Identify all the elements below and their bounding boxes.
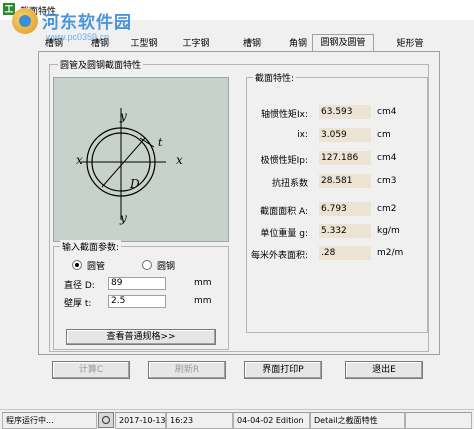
radio-pipe[interactable]: 圆管 <box>72 259 105 272</box>
pipe-diagram: y y x x t D <box>76 108 183 225</box>
prop-value: 127.186 <box>319 151 371 165</box>
refresh-button[interactable]: 刷新R <box>148 361 226 379</box>
view-spec-button[interactable]: 查看普通规格>> <box>66 329 216 345</box>
prop-unit: cm4 <box>377 107 397 117</box>
prop-unit: cm2 <box>377 204 397 214</box>
prop-row: 每米外表面积: .28 m2/m <box>247 246 427 261</box>
prop-unit: kg/m <box>377 226 400 236</box>
status-text: 程序运行中... <box>2 412 97 429</box>
diameter-unit: mm <box>194 278 212 288</box>
input-params-title: 输入截面参数: <box>60 240 122 253</box>
prop-unit: cm <box>377 130 391 140</box>
prop-label: 抗扭系数 <box>271 179 308 189</box>
properties-group: 截面特性: 轴惯性矩Ix: 63.593 cm4 ix: 3.059 cm 极惯… <box>246 71 428 333</box>
prop-value: 6.793 <box>319 202 371 216</box>
radio-pipe-label: 圆管 <box>87 262 106 272</box>
prop-label: 截面面积 A: <box>260 207 308 217</box>
prop-row: 轴惯性矩Ix: 63.593 cm4 <box>247 105 427 120</box>
prop-value: 63.593 <box>319 105 371 119</box>
section-figure: y y x x t D <box>53 77 229 242</box>
properties-title: 截面特性: <box>253 71 297 84</box>
clock-icon <box>98 412 114 428</box>
calculate-button[interactable]: 计算C <box>52 361 130 379</box>
tab-i-shape[interactable]: 工型钢 <box>124 36 164 51</box>
radio-bar-dot[interactable] <box>142 260 152 270</box>
d-label: D <box>129 177 140 191</box>
tab-angle[interactable]: 角钢 <box>280 36 316 51</box>
prop-row: 极惯性矩Ip: 127.186 cm4 <box>247 151 427 166</box>
thickness-unit: mm <box>194 296 212 306</box>
watermark-text: 河东软件园 <box>42 13 132 33</box>
prop-label: 每米外表面积: <box>250 251 308 261</box>
status-time: 16:23 <box>166 412 233 429</box>
section-group-title: 圆管及圆钢截面特性 <box>58 58 144 71</box>
y-top-label: y <box>119 109 127 123</box>
prop-unit: m2/m <box>377 248 404 258</box>
thickness-label: 壁厚 t: <box>64 299 92 309</box>
prop-row: 单位重量 g: 5.332 kg/m <box>247 224 427 239</box>
diameter-label: 直径 D: <box>64 281 95 291</box>
print-button[interactable]: 界面打印P <box>244 361 322 379</box>
tab-channel-2[interactable]: 槽钢 <box>80 36 120 51</box>
prop-unit: cm4 <box>377 153 397 163</box>
radio-bar-label: 圆钢 <box>157 262 176 272</box>
radio-pipe-dot[interactable] <box>72 260 82 270</box>
x-right-label: x <box>176 153 183 167</box>
watermark-logo-icon <box>12 8 38 34</box>
prop-unit: cm3 <box>377 176 397 186</box>
prop-value: 28.581 <box>319 174 371 188</box>
tab-i-beam[interactable]: 工字钢 <box>174 36 218 51</box>
y-bottom-label: y <box>119 211 127 225</box>
prop-value: 3.059 <box>319 128 371 142</box>
prop-row: ix: 3.059 cm <box>247 128 427 142</box>
exit-button[interactable]: 退出E <box>345 361 423 379</box>
diameter-input[interactable]: 89 <box>108 277 166 290</box>
input-params-group: 输入截面参数: 圆管 圆钢 直径 D: 89 mm 壁厚 t: 2.5 mm 查… <box>53 240 229 350</box>
main-window: 工 截面特性 河东软件园 www.pc0359.cn 槽钢 槽钢 工型钢 工字钢… <box>0 0 474 429</box>
t-label: t <box>158 136 163 149</box>
status-edition: 04-04-02 Edition <box>233 412 310 429</box>
status-empty <box>405 412 472 429</box>
prop-row: 抗扭系数 28.581 cm3 <box>247 174 427 189</box>
prop-row: 截面面积 A: 6.793 cm2 <box>247 202 427 217</box>
status-date: 2017-10-13 <box>115 412 166 429</box>
tab-round-pipe[interactable]: 圆钢及圆管 <box>312 34 374 52</box>
thickness-input[interactable]: 2.5 <box>108 295 166 308</box>
x-left-label: x <box>76 153 83 167</box>
tab-rect-tube[interactable]: 矩形管 <box>388 36 432 51</box>
prop-label: 单位重量 g: <box>260 229 308 239</box>
tab-panel: 圆管及圆钢截面特性 y y x x t D 输入截面参数: 圆管 圆钢 直径 D… <box>38 51 440 355</box>
prop-value: .28 <box>319 246 371 260</box>
prop-label: 轴惯性矩Ix: <box>260 110 308 120</box>
status-detail: Detail之截面特性 <box>310 412 405 429</box>
tab-channel-3[interactable]: 槽钢 <box>234 36 270 51</box>
status-bar: 程序运行中... 2017-10-13 16:23 04-04-02 Editi… <box>0 409 474 429</box>
prop-value: 5.332 <box>319 224 371 238</box>
prop-label: ix: <box>297 130 308 140</box>
radio-bar[interactable]: 圆钢 <box>142 259 175 272</box>
section-group: 圆管及圆钢截面特性 y y x x t D 输入截面参数: 圆管 圆钢 直径 D… <box>49 58 429 352</box>
prop-label: 极惯性矩Ip: <box>260 156 308 166</box>
tab-channel-1[interactable]: 槽钢 <box>34 36 74 51</box>
